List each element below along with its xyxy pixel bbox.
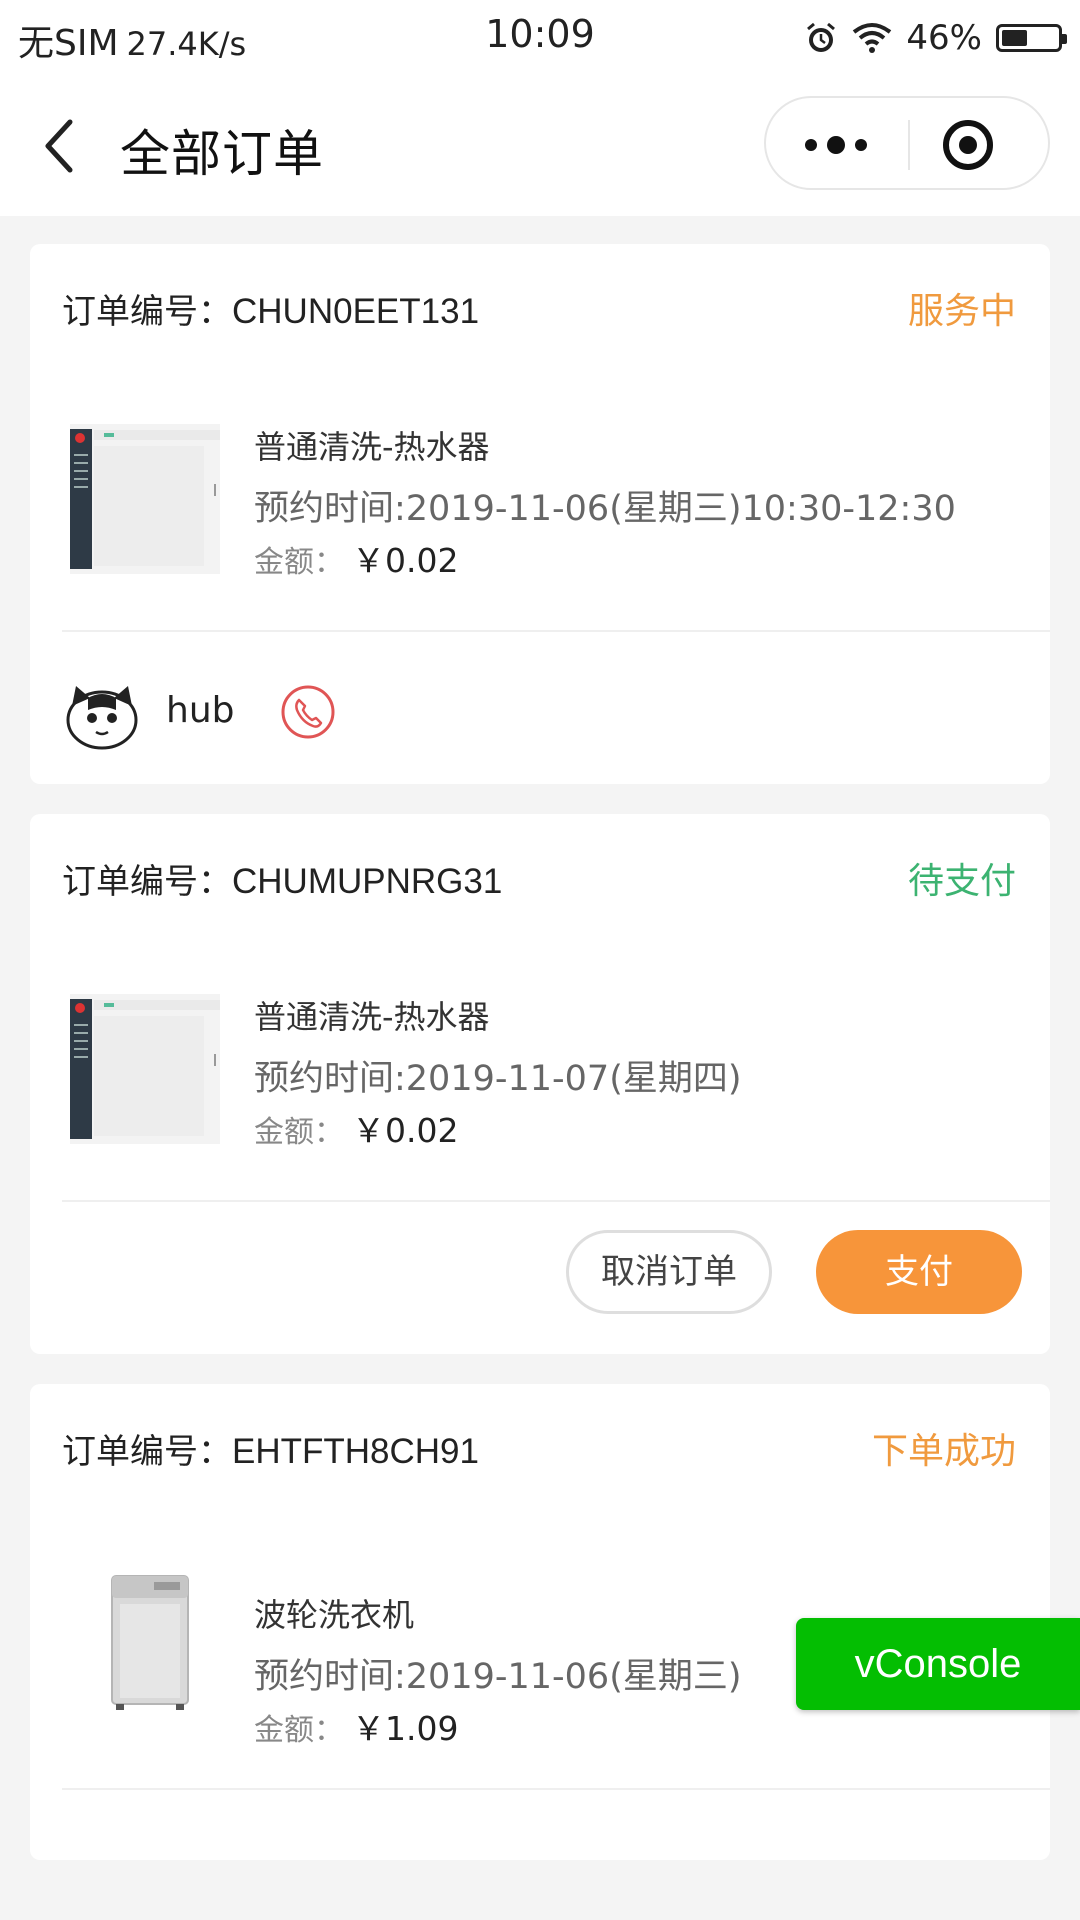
product-thumbnail bbox=[70, 994, 220, 1144]
order-status: 服务中 bbox=[907, 291, 1016, 332]
back-arrow-icon[interactable] bbox=[36, 114, 86, 178]
alarm-icon bbox=[807, 22, 836, 52]
user-name: hub bbox=[166, 690, 235, 731]
battery-fill bbox=[1002, 30, 1027, 46]
order-number: CHUN0EET131 bbox=[232, 292, 480, 331]
appointment-time: 预约时间:2019-11-07(星期四) bbox=[254, 1059, 742, 1099]
order-number: EHTFTH8CH91 bbox=[232, 1432, 479, 1471]
order-status: 待支付 bbox=[907, 861, 1016, 902]
order-number-label: 订单编号： bbox=[62, 292, 232, 332]
battery-icon bbox=[996, 24, 1067, 52]
status-bar: 无SIM 27.4K/s 10:09 46% bbox=[0, 0, 1080, 76]
order-number-row: 订单编号：CHUN0EET131 bbox=[62, 284, 479, 333]
order-number: CHUMUPNRG31 bbox=[232, 862, 503, 901]
washing-machine-thumbnail bbox=[70, 1568, 220, 1718]
mini-program-capsule bbox=[764, 96, 1050, 190]
appointment-time: 预约时间:2019-11-06(星期三)10:30-12:30 bbox=[254, 489, 956, 529]
amount-value: ￥0.02 bbox=[352, 1111, 459, 1150]
more-dots-icon bbox=[805, 136, 867, 154]
product-thumbnail bbox=[70, 424, 220, 574]
target-close-icon bbox=[943, 120, 993, 170]
order-number-label: 订单编号： bbox=[62, 862, 232, 902]
avatar bbox=[66, 686, 138, 750]
amount-value: ￥1.09 bbox=[352, 1709, 459, 1748]
nav-bar: 全部订单 bbox=[0, 76, 1080, 216]
amount-label: 金额： bbox=[254, 545, 344, 580]
status-right: 46% bbox=[804, 14, 1067, 62]
vconsole-button[interactable]: vConsole bbox=[796, 1618, 1080, 1710]
divider bbox=[62, 1788, 1050, 1790]
amount-row: 金额： ￥1.09 bbox=[254, 1702, 458, 1750]
order-number-label: 订单编号： bbox=[62, 1432, 232, 1472]
order-status: 下单成功 bbox=[871, 1431, 1016, 1472]
item-name: 普通清洗-热水器 bbox=[254, 428, 490, 466]
amount-label: 金额： bbox=[254, 1115, 344, 1150]
order-number-row: 订单编号：EHTFTH8CH91 bbox=[62, 1424, 479, 1473]
page-title: 全部订单 bbox=[120, 125, 324, 183]
pay-button[interactable]: 支付 bbox=[816, 1230, 1022, 1314]
item-name: 普通清洗-热水器 bbox=[254, 998, 490, 1036]
item-name: 波轮洗衣机 bbox=[254, 1596, 415, 1634]
close-button[interactable] bbox=[910, 98, 1052, 192]
order-card[interactable]: 订单编号：CHUMUPNRG31 待支付 普通清洗-热水器 预约时间:2019-… bbox=[30, 814, 1050, 1354]
appointment-time: 预约时间:2019-11-06(星期三) bbox=[254, 1657, 742, 1697]
cancel-order-button[interactable]: 取消订单 bbox=[566, 1230, 772, 1314]
amount-row: 金额： ￥0.02 bbox=[254, 1104, 458, 1152]
divider bbox=[62, 630, 1050, 632]
wifi-icon bbox=[853, 23, 892, 53]
amount-value: ￥0.02 bbox=[352, 541, 459, 580]
divider bbox=[62, 1200, 1050, 1202]
more-button[interactable] bbox=[766, 98, 908, 192]
order-card[interactable]: 订单编号：CHUN0EET131 服务中 普通清洗-热水器 预约时间:2019-… bbox=[30, 244, 1050, 784]
battery-percent: 46% bbox=[906, 18, 982, 58]
order-number-row: 订单编号：CHUMUPNRG31 bbox=[62, 854, 502, 903]
amount-label: 金额： bbox=[254, 1713, 344, 1748]
phone-icon[interactable] bbox=[280, 684, 336, 740]
amount-row: 金额： ￥0.02 bbox=[254, 534, 458, 582]
